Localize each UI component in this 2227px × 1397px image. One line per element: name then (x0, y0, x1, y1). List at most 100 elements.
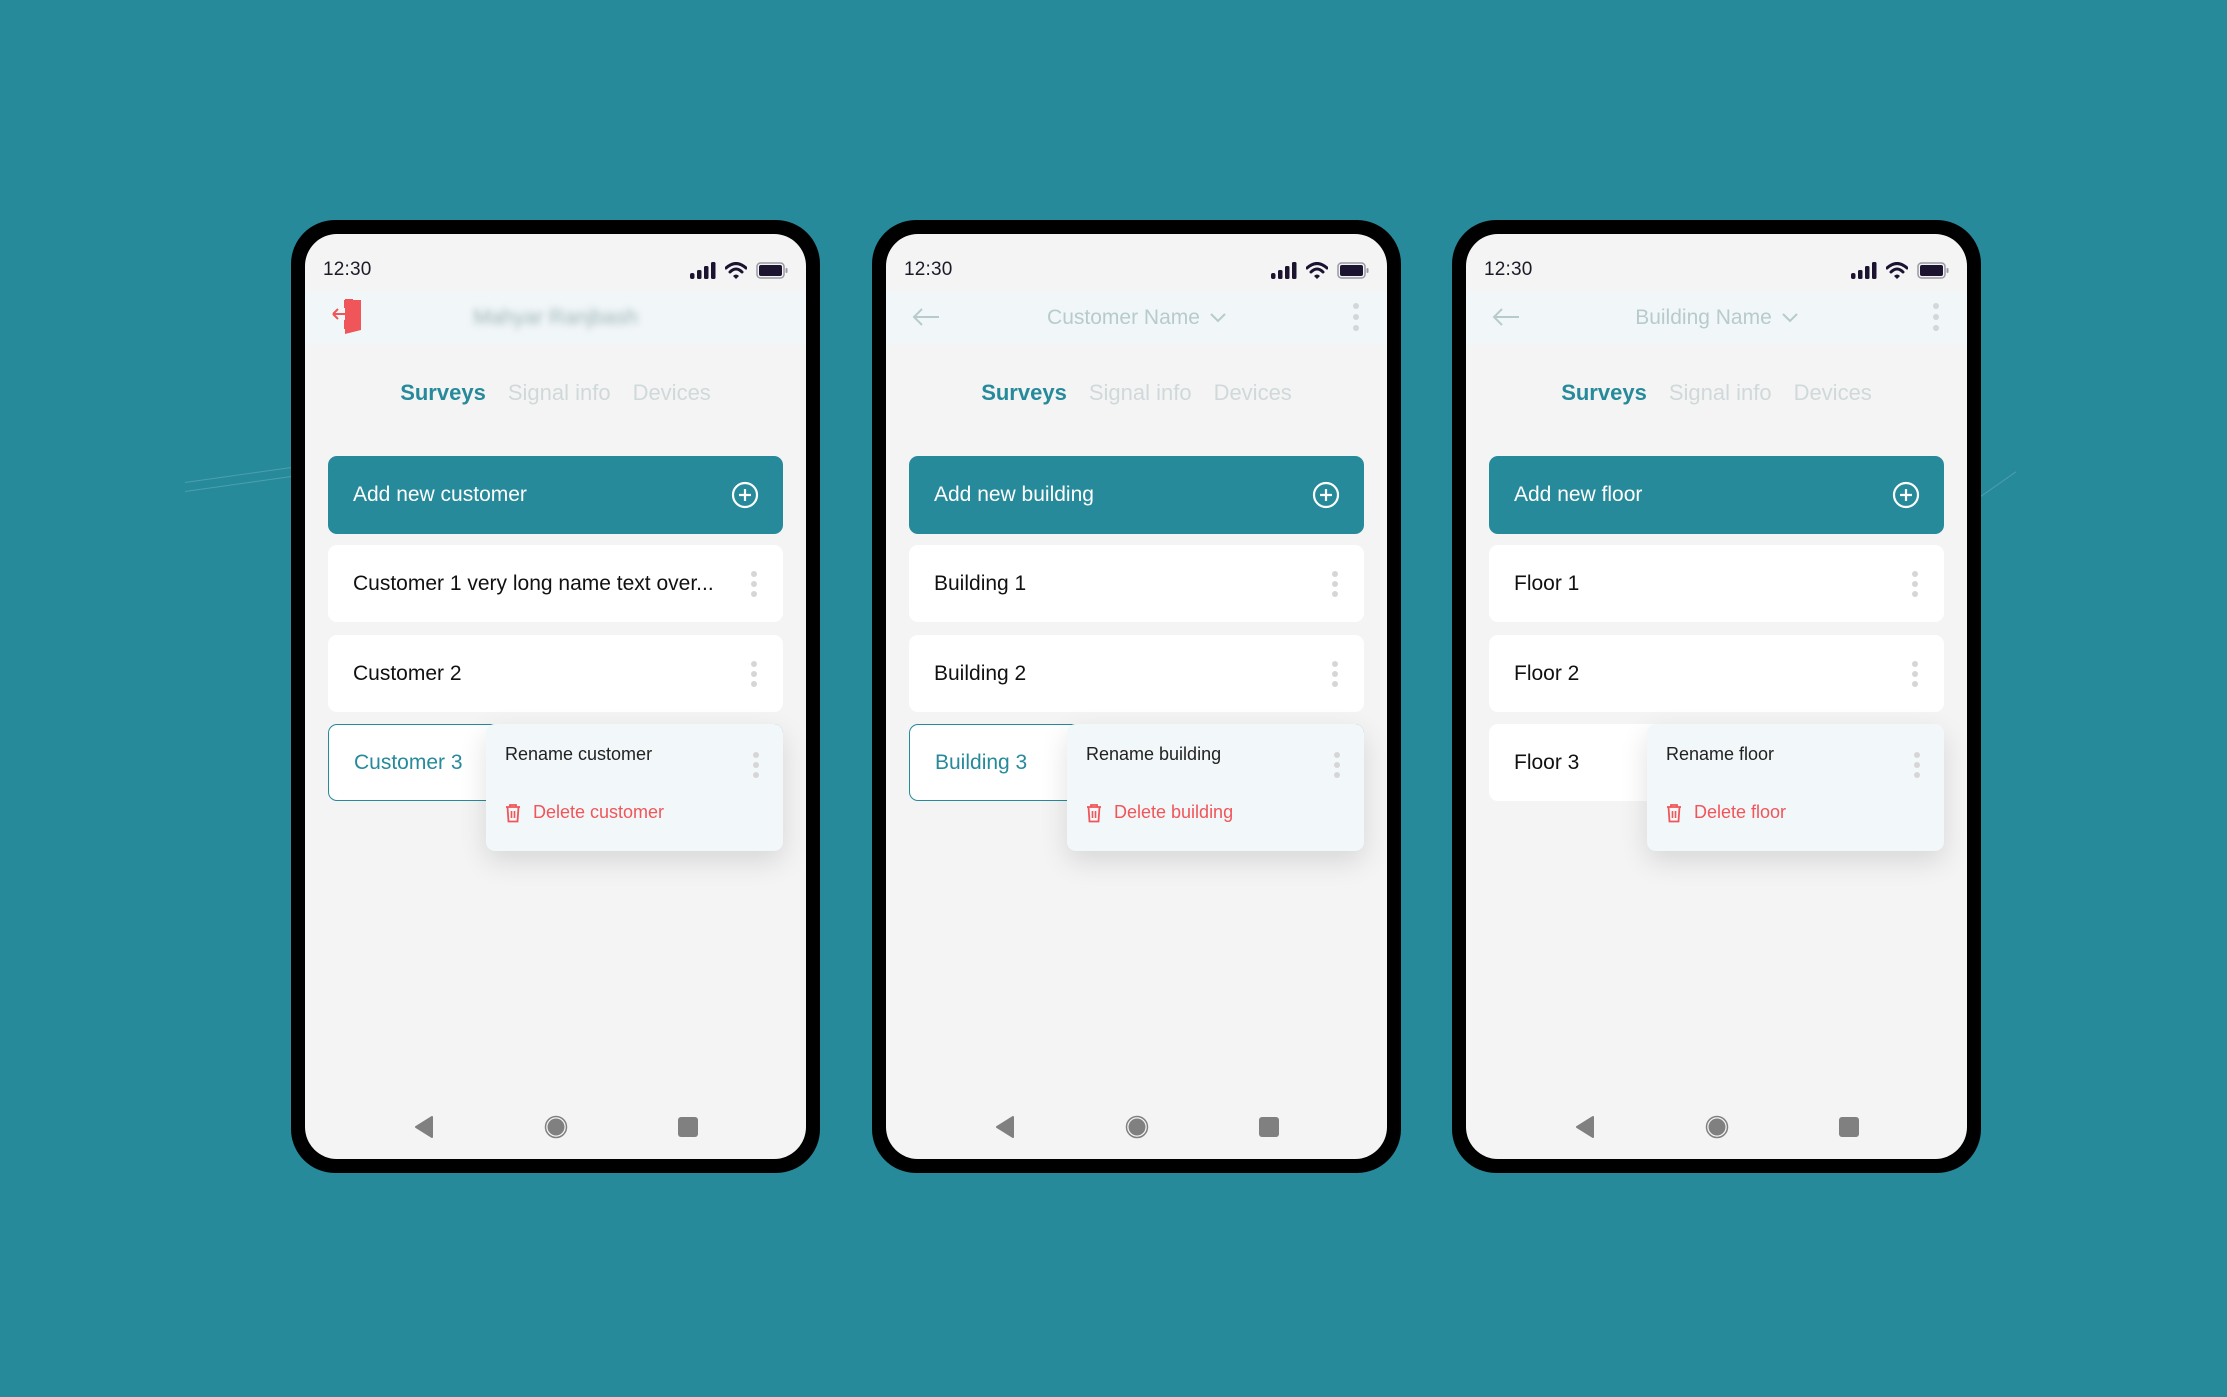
trash-icon (1087, 803, 1101, 822)
list-item-label: Building 3 (935, 750, 1028, 774)
trash-icon (1667, 803, 1681, 822)
app-header: Building Name (1466, 291, 1967, 344)
battery-icon (756, 261, 788, 279)
tab-surveys[interactable]: Surveys (400, 380, 486, 406)
tab-signal-info[interactable]: Signal info (508, 380, 611, 406)
trash-icon (506, 803, 520, 822)
list-item[interactable]: Floor 2 (1489, 635, 1944, 712)
context-menu: Rename building Delete building (1067, 724, 1364, 851)
nav-recents-icon[interactable] (677, 1117, 698, 1137)
more-vertical-icon[interactable] (1910, 657, 1920, 691)
more-vertical-icon[interactable] (1330, 567, 1340, 601)
delete-menu-item[interactable]: Delete floor (1666, 802, 1786, 823)
phone-mockup: 12:30 Customer Name Surveys Signal info De… (872, 220, 1401, 1173)
list-item[interactable]: Building 2 (909, 635, 1364, 712)
nav-home-icon[interactable] (1125, 1115, 1149, 1139)
tab-bar: Surveys Signal info Devices (1466, 380, 1967, 406)
android-nav-bar (305, 1115, 806, 1139)
status-time: 12:30 (323, 259, 372, 280)
status-bar: 12:30 (323, 258, 788, 282)
more-vertical-icon[interactable] (749, 657, 759, 691)
list-item-label: Floor 1 (1514, 571, 1580, 595)
more-vertical-icon[interactable] (1910, 567, 1920, 601)
nav-recents-icon[interactable] (1258, 1117, 1279, 1137)
list-item[interactable]: Customer 1 very long name text over... (328, 545, 783, 622)
back-arrow-icon[interactable] (912, 307, 940, 332)
tab-devices[interactable]: Devices (1794, 380, 1872, 406)
logout-door-icon[interactable] (331, 296, 365, 341)
add-button-label: Add new building (934, 483, 1094, 506)
plus-circle-icon (731, 481, 759, 509)
add-button-label: Add new floor (1514, 483, 1643, 506)
android-nav-bar (1466, 1115, 1967, 1139)
list-item-label: Customer 3 (354, 750, 463, 774)
context-menu: Rename floor Delete floor (1647, 724, 1944, 851)
nav-back-icon[interactable] (995, 1116, 1015, 1138)
app-header: Mahyar Ranjbash (305, 291, 806, 344)
android-nav-bar (886, 1115, 1387, 1139)
more-vertical-icon[interactable] (1332, 748, 1342, 782)
more-vertical-icon[interactable] (1330, 657, 1340, 691)
context-menu: Rename customer Delete customer (486, 724, 783, 851)
list-item[interactable]: Building 1 (909, 545, 1364, 622)
phone-screen: 12:30 Customer Name Surveys Signal info De… (886, 234, 1387, 1159)
header-title-text: Building Name (1635, 305, 1772, 329)
header-title[interactable]: Building Name (1635, 306, 1798, 330)
status-time: 12:30 (904, 259, 953, 280)
tab-signal-info[interactable]: Signal info (1089, 380, 1192, 406)
nav-back-icon[interactable] (414, 1116, 434, 1138)
header-title[interactable]: Customer Name (1047, 306, 1226, 330)
list-item-label: Floor 2 (1514, 661, 1580, 685)
list-item-label: Customer 2 (353, 661, 462, 685)
nav-back-icon[interactable] (1575, 1116, 1595, 1138)
more-vertical-icon[interactable] (1912, 748, 1922, 782)
more-vertical-icon[interactable] (1351, 299, 1361, 335)
wifi-icon (1886, 261, 1908, 279)
list-item-label: Building 2 (934, 661, 1027, 685)
more-vertical-icon[interactable] (751, 748, 761, 782)
tab-devices[interactable]: Devices (633, 380, 711, 406)
list-item-label: Floor 3 (1514, 750, 1580, 774)
nav-recents-icon[interactable] (1838, 1117, 1859, 1137)
status-time: 12:30 (1484, 259, 1533, 280)
delete-menu-item[interactable]: Delete building (1086, 802, 1233, 823)
add-new-button[interactable]: Add new floor (1489, 456, 1944, 534)
chevron-down-icon (1782, 312, 1798, 322)
list-item[interactable]: Customer 2 (328, 635, 783, 712)
phone-mockup: 12:30 Mahyar Ranjbash Surveys Signal info… (291, 220, 820, 1173)
tab-surveys[interactable]: Surveys (981, 380, 1067, 406)
rename-menu-item[interactable]: Rename floor (1666, 744, 1774, 765)
wifi-icon (725, 261, 747, 279)
rename-menu-item[interactable]: Rename customer (505, 744, 652, 765)
signal-icon (690, 261, 716, 279)
add-new-button[interactable]: Add new building (909, 456, 1364, 534)
signal-icon (1271, 261, 1297, 279)
chevron-down-icon (1210, 312, 1226, 322)
add-new-button[interactable]: Add new customer (328, 456, 783, 534)
list-item[interactable]: Floor 1 (1489, 545, 1944, 622)
back-arrow-icon[interactable] (1492, 307, 1520, 332)
list-item-label: Building 1 (934, 571, 1027, 595)
phone-screen: 12:30 Building Name Surveys Signal info De… (1466, 234, 1967, 1159)
tab-bar: Surveys Signal info Devices (886, 380, 1387, 406)
rename-menu-item[interactable]: Rename building (1086, 744, 1221, 765)
status-bar: 12:30 (904, 258, 1369, 282)
delete-menu-item[interactable]: Delete customer (505, 802, 664, 823)
add-button-label: Add new customer (353, 483, 527, 506)
tab-bar: Surveys Signal info Devices (305, 380, 806, 406)
phone-screen: 12:30 Mahyar Ranjbash Surveys Signal info… (305, 234, 806, 1159)
tab-signal-info[interactable]: Signal info (1669, 380, 1772, 406)
nav-home-icon[interactable] (1705, 1115, 1729, 1139)
status-bar: 12:30 (1484, 258, 1949, 282)
header-title[interactable]: Mahyar Ranjbash (473, 306, 638, 330)
plus-circle-icon (1892, 481, 1920, 509)
more-vertical-icon[interactable] (749, 567, 759, 601)
more-vertical-icon[interactable] (1931, 299, 1941, 335)
header-title-text: Customer Name (1047, 305, 1200, 329)
signal-icon (1851, 261, 1877, 279)
battery-icon (1917, 261, 1949, 279)
nav-home-icon[interactable] (544, 1115, 568, 1139)
header-title-text: Mahyar Ranjbash (473, 305, 638, 329)
tab-devices[interactable]: Devices (1214, 380, 1292, 406)
tab-surveys[interactable]: Surveys (1561, 380, 1647, 406)
